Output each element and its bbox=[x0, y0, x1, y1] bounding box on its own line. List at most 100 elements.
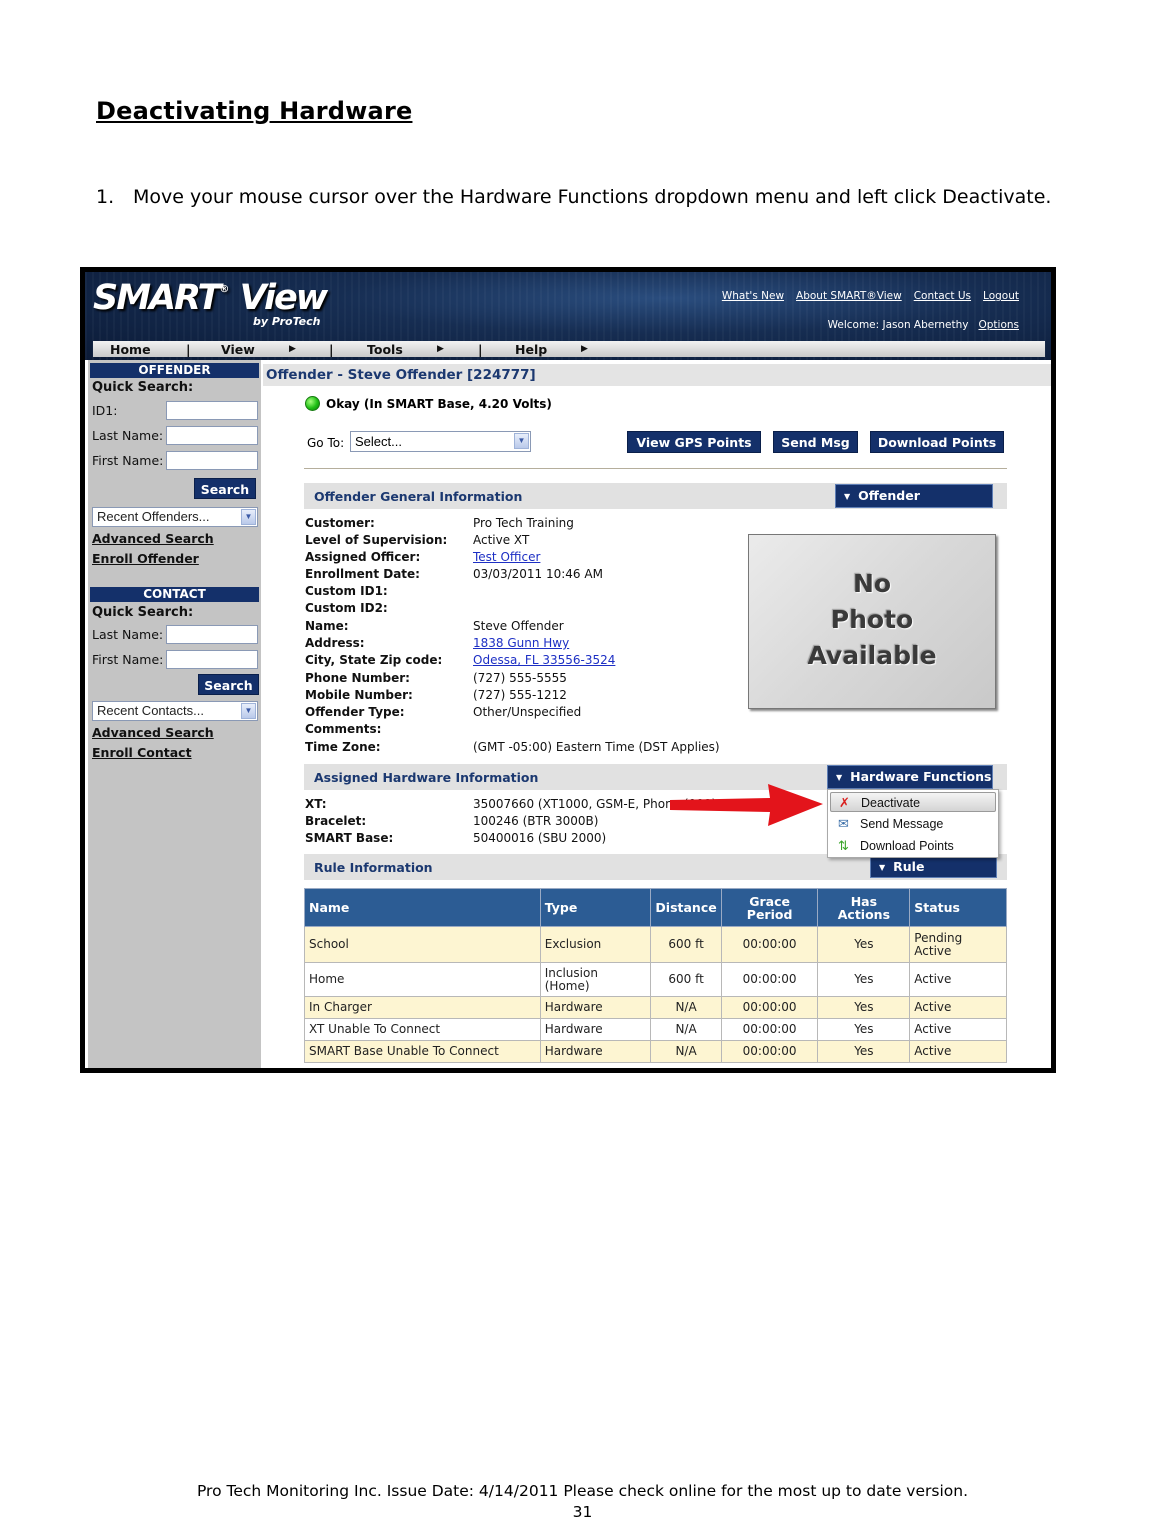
menu-tools[interactable]: Tools bbox=[367, 341, 403, 358]
rule-cell-type: Inclusion (Home) bbox=[539, 962, 652, 997]
menu-help[interactable]: Help bbox=[515, 341, 547, 358]
rule-cell-name: School bbox=[304, 926, 541, 963]
contact-first-name-input[interactable] bbox=[166, 650, 258, 669]
divider bbox=[304, 468, 1007, 469]
rule-row[interactable]: School Exclusion 600 ft 00:00:00 Yes Pending … bbox=[304, 926, 1007, 963]
contact-search-button[interactable]: Search bbox=[198, 674, 259, 695]
contact-section-header: CONTACT bbox=[90, 587, 259, 602]
col-distance[interactable]: Distance bbox=[650, 888, 722, 927]
dropdown-triangle-icon: ▼ bbox=[879, 863, 886, 872]
col-has-actions[interactable]: Has Actions bbox=[817, 888, 911, 927]
enroll-contact-link[interactable]: Enroll Contact bbox=[92, 745, 192, 760]
rule-cell-status: Active bbox=[909, 962, 1007, 997]
rule-cell-name: SMART Base Unable To Connect bbox=[304, 1040, 541, 1063]
rule-cell-status: Active bbox=[909, 1018, 1007, 1041]
field-label: Phone Number: bbox=[305, 671, 410, 685]
rule-table-header: Name Type Distance Grace Period Has Acti… bbox=[304, 888, 1007, 927]
chevron-down-icon[interactable]: ▼ bbox=[241, 509, 256, 525]
field-value: (727) 555-5555 bbox=[473, 671, 567, 685]
contact-last-name-input[interactable] bbox=[166, 625, 258, 644]
field-label: Custom ID2: bbox=[305, 601, 388, 615]
hardware-label: Bracelet: bbox=[305, 814, 367, 828]
rule-cell-actions: Yes bbox=[817, 926, 911, 963]
field-label: Mobile Number: bbox=[305, 688, 413, 702]
view-submenu-arrow-icon[interactable]: ▶ bbox=[289, 341, 296, 358]
rule-row[interactable]: Home Inclusion (Home) 600 ft 00:00:00 Yes Act… bbox=[304, 962, 1007, 997]
contact-us-link[interactable]: Contact Us bbox=[914, 290, 971, 302]
field-label: Assigned Officer: bbox=[305, 550, 421, 564]
menu-item-send-message[interactable]: ✉ Send Message bbox=[830, 814, 996, 834]
field-value: Other/Unspecified bbox=[473, 705, 582, 719]
recent-offenders-select[interactable]: Recent Offenders... ▼ bbox=[92, 507, 258, 527]
rule-row[interactable]: XT Unable To Connect Hardware N/A 00:00:00 Y… bbox=[304, 1018, 1007, 1041]
menu-home[interactable]: Home bbox=[110, 341, 151, 358]
col-grace-period[interactable]: Grace Period bbox=[720, 888, 819, 927]
recent-contacts-select[interactable]: Recent Contacts... ▼ bbox=[92, 701, 258, 721]
menu-separator: | bbox=[329, 342, 334, 357]
rule-row[interactable]: In Charger Hardware N/A 00:00:00 Yes Active bbox=[304, 996, 1007, 1019]
offender-functions-button[interactable]: ▼ Offender Functions bbox=[835, 484, 993, 527]
contact-advanced-search-link[interactable]: Advanced Search bbox=[92, 725, 214, 740]
id1-label: ID1: bbox=[92, 403, 118, 418]
field-value-link[interactable]: Test Officer bbox=[473, 550, 540, 564]
rule-functions-button[interactable]: ▼Rule Functions bbox=[870, 856, 997, 896]
logout-link[interactable]: Logout bbox=[983, 290, 1019, 302]
view-gps-points-button[interactable]: View GPS Points bbox=[627, 431, 761, 453]
smartview-app: SMART® View by ProTech What's New About … bbox=[85, 272, 1051, 1068]
help-submenu-arrow-icon[interactable]: ▶ bbox=[581, 341, 588, 358]
field-value: (727) 555-1212 bbox=[473, 688, 567, 702]
col-type[interactable]: Type bbox=[539, 888, 652, 927]
menu-view[interactable]: View bbox=[221, 341, 255, 358]
id1-input[interactable] bbox=[166, 401, 258, 420]
goto-label: Go To: bbox=[307, 436, 345, 450]
top-links: What's New About SMART®View Contact Us L… bbox=[722, 290, 1019, 302]
hardware-functions-menu: ✗ Deactivate ✉ Send Message ⇅ Download P… bbox=[827, 789, 999, 858]
welcome-area: Welcome: Jason Abernethy Options bbox=[828, 319, 1019, 331]
hardware-value: 100246 (BTR 3000B) bbox=[473, 814, 599, 828]
step-text: Move your mouse cursor over the Hardware… bbox=[133, 186, 1052, 208]
enroll-offender-link[interactable]: Enroll Offender bbox=[92, 551, 199, 566]
offender-first-name-input[interactable] bbox=[166, 451, 258, 470]
field-label: Name: bbox=[305, 619, 349, 633]
page-number: 31 bbox=[572, 1503, 593, 1521]
field-value: Pro Tech Training bbox=[473, 516, 574, 530]
field-value-link[interactable]: Odessa, FL 33556-3524 bbox=[473, 653, 615, 667]
whats-new-link[interactable]: What's New bbox=[722, 290, 784, 302]
chevron-down-icon[interactable]: ▼ bbox=[241, 703, 256, 719]
options-link[interactable]: Options bbox=[978, 319, 1019, 331]
menu-item-deactivate[interactable]: ✗ Deactivate bbox=[830, 792, 996, 812]
welcome-text: Welcome: Jason Abernethy bbox=[827, 319, 969, 331]
status-text: Okay (In SMART Base, 4.20 Volts) bbox=[326, 396, 552, 411]
goto-select[interactable]: Select... ▼ bbox=[350, 431, 531, 452]
rule-cell-name: In Charger bbox=[304, 996, 541, 1019]
document-heading: Deactivating Hardware bbox=[96, 97, 413, 125]
col-status[interactable]: Status bbox=[909, 888, 1007, 927]
chevron-down-icon[interactable]: ▼ bbox=[514, 433, 529, 449]
rule-cell-grace: 00:00:00 bbox=[720, 996, 819, 1019]
rule-cell-actions: Yes bbox=[817, 962, 911, 997]
contact-first-name-label: First Name: bbox=[92, 652, 164, 667]
rule-cell-distance: N/A bbox=[650, 1018, 722, 1041]
hardware-functions-button[interactable]: ▼ Hardware Functions bbox=[827, 765, 993, 789]
rule-cell-status: Active bbox=[909, 1040, 1007, 1063]
offender-last-name-input[interactable] bbox=[166, 426, 258, 445]
rule-cell-distance: N/A bbox=[650, 996, 722, 1019]
download-points-button[interactable]: Download Points bbox=[870, 431, 1004, 453]
offender-search-button[interactable]: Search bbox=[194, 478, 256, 499]
menu-separator: | bbox=[186, 342, 191, 357]
rule-cell-type: Exclusion bbox=[539, 926, 652, 963]
about-link[interactable]: About SMART®View bbox=[796, 290, 902, 302]
field-label: Offender Type: bbox=[305, 705, 405, 719]
field-label: City, State Zip code: bbox=[305, 653, 443, 667]
menu-item-download-points[interactable]: ⇅ Download Points bbox=[830, 836, 996, 856]
col-name[interactable]: Name bbox=[304, 888, 541, 927]
send-msg-button[interactable]: Send Msg bbox=[773, 431, 858, 453]
rule-row[interactable]: SMART Base Unable To Connect Hardware N/A 0… bbox=[304, 1040, 1007, 1063]
tools-submenu-arrow-icon[interactable]: ▶ bbox=[437, 341, 444, 358]
field-value-link[interactable]: 1838 Gunn Hwy bbox=[473, 636, 569, 650]
page-title: Offender - Steve Offender [224777] bbox=[266, 367, 536, 383]
rule-cell-grace: 00:00:00 bbox=[720, 962, 819, 997]
sidebar: OFFENDER Quick Search: ID1: Last Name: F… bbox=[88, 360, 261, 1068]
hardware-label: SMART Base: bbox=[305, 831, 394, 845]
offender-advanced-search-link[interactable]: Advanced Search bbox=[92, 531, 214, 546]
